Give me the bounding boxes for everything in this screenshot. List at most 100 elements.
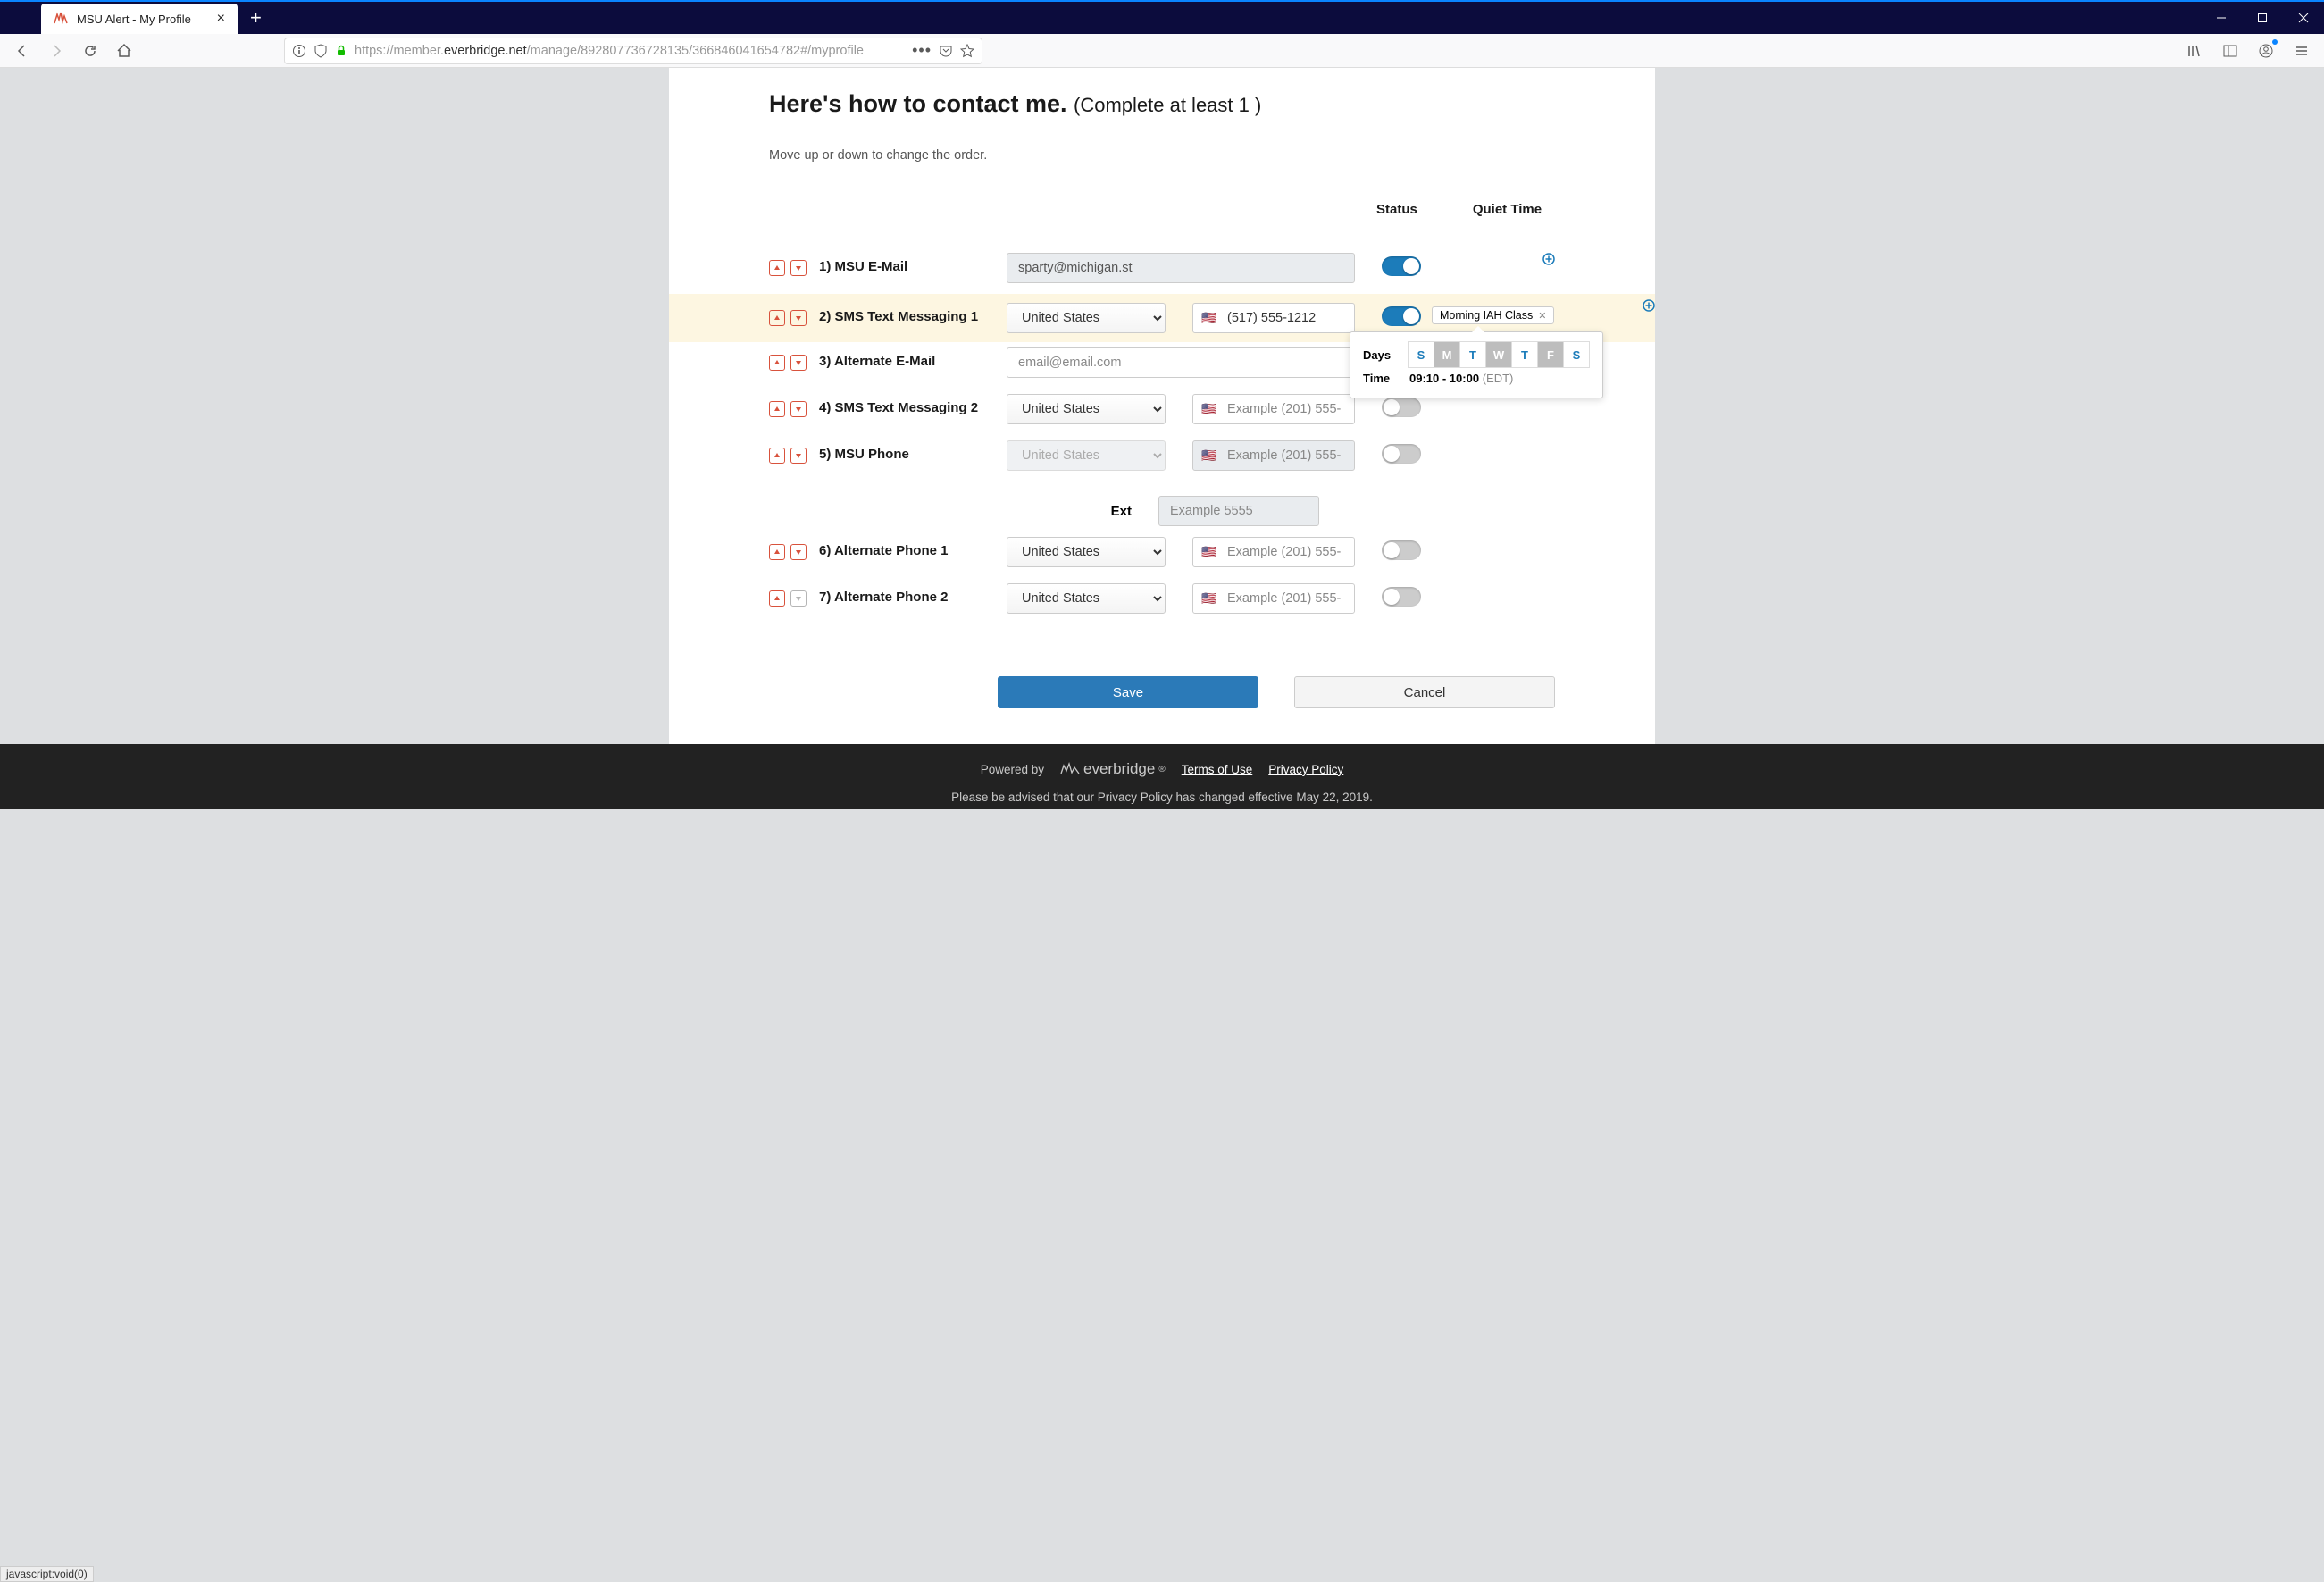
- flag-icon: 🇺🇸: [1201, 311, 1216, 326]
- tab-close-icon[interactable]: ×: [217, 11, 225, 27]
- time-value: 09:10 - 10:00: [1409, 372, 1479, 385]
- home-button[interactable]: [111, 38, 138, 64]
- pocket-icon[interactable]: [939, 44, 953, 58]
- save-button[interactable]: Save: [998, 676, 1258, 708]
- move-up-button[interactable]: [769, 544, 785, 560]
- back-button[interactable]: [9, 38, 36, 64]
- msu-email-value: sparty@michigan.st: [1007, 253, 1355, 283]
- terms-link[interactable]: Terms of Use: [1182, 763, 1253, 776]
- ext-row: Ext: [769, 496, 1555, 526]
- browser-toolbar: https://member.everbridge.net/manage/892…: [0, 34, 2324, 68]
- move-up-button[interactable]: [769, 310, 785, 326]
- lock-icon[interactable]: [335, 45, 347, 57]
- row-label: 3) Alternate E-Mail: [819, 347, 1007, 369]
- row-label: 7) Alternate Phone 2: [819, 583, 1007, 605]
- status-header: Status: [1376, 202, 1417, 217]
- country-select[interactable]: United States: [1007, 303, 1166, 333]
- day-toggle[interactable]: T: [1459, 341, 1486, 368]
- quiet-time-tag[interactable]: Morning IAH Class✕: [1432, 306, 1554, 324]
- quiet-time-popover: Days SMTWTFS Time 09:10 - 10:00 (EDT): [1350, 331, 1603, 398]
- window-minimize-button[interactable]: [2201, 2, 2242, 34]
- contact-row-msu-email: 1) MSU E-Mail sparty@michigan.st: [769, 247, 1555, 294]
- status-toggle[interactable]: [1382, 398, 1421, 417]
- remove-tag-icon[interactable]: ✕: [1538, 310, 1546, 322]
- powered-by-text: Powered by: [981, 763, 1044, 776]
- more-icon[interactable]: •••: [912, 41, 932, 60]
- status-toggle[interactable]: [1382, 256, 1421, 276]
- page-viewport[interactable]: Here's how to contact me. (Complete at l…: [0, 68, 2324, 1582]
- new-tab-button[interactable]: +: [238, 4, 274, 34]
- reload-button[interactable]: [77, 38, 104, 64]
- everbridge-logo: everbridge®: [1060, 760, 1166, 778]
- forward-button[interactable]: [43, 38, 70, 64]
- info-icon[interactable]: [292, 44, 306, 58]
- contact-row-alt-phone1: 6) Alternate Phone 1 United States 🇺🇸: [769, 532, 1555, 578]
- footer-notice: Please be advised that our Privacy Polic…: [0, 791, 2324, 804]
- move-down-button[interactable]: [790, 355, 807, 371]
- cancel-button[interactable]: Cancel: [1294, 676, 1555, 708]
- tab-strip: MSU Alert - My Profile × +: [0, 2, 2324, 34]
- sidebar-icon[interactable]: [2217, 38, 2244, 64]
- country-select[interactable]: United States: [1007, 394, 1166, 424]
- add-quiet-time-icon[interactable]: [1643, 299, 1655, 312]
- country-select: United States: [1007, 440, 1166, 471]
- day-toggle[interactable]: F: [1537, 341, 1564, 368]
- move-down-button[interactable]: [790, 401, 807, 417]
- shield-icon[interactable]: [313, 44, 328, 58]
- status-bar: javascript:void(0): [0, 1566, 94, 1582]
- browser-tab[interactable]: MSU Alert - My Profile ×: [41, 4, 238, 34]
- add-quiet-time-icon[interactable]: [1542, 253, 1555, 265]
- row-label: 6) Alternate Phone 1: [819, 537, 1007, 558]
- contact-row-alt-phone2: 7) Alternate Phone 2 United States 🇺🇸: [769, 578, 1555, 624]
- country-select[interactable]: United States: [1007, 537, 1166, 567]
- ext-label: Ext: [769, 504, 1158, 519]
- row-label: 5) MSU Phone: [819, 440, 1007, 462]
- column-headers: Status Quiet Time: [769, 202, 1555, 217]
- address-bar[interactable]: https://member.everbridge.net/manage/892…: [284, 38, 982, 64]
- account-icon[interactable]: [2253, 38, 2279, 64]
- flag-icon: 🇺🇸: [1201, 591, 1216, 607]
- move-up-button[interactable]: [769, 401, 785, 417]
- move-down-button[interactable]: [790, 590, 807, 607]
- page-footer: Powered by everbridge® Terms of Use Priv…: [0, 744, 2324, 809]
- window-close-button[interactable]: [2283, 2, 2324, 34]
- timezone: (EDT): [1483, 372, 1514, 385]
- day-toggle[interactable]: M: [1434, 341, 1460, 368]
- favicon-icon: [54, 12, 68, 26]
- flag-icon: 🇺🇸: [1201, 448, 1216, 464]
- move-up-button[interactable]: [769, 448, 785, 464]
- privacy-link[interactable]: Privacy Policy: [1268, 763, 1343, 776]
- flag-icon: 🇺🇸: [1201, 545, 1216, 560]
- move-up-button[interactable]: [769, 355, 785, 371]
- tab-title: MSU Alert - My Profile: [77, 13, 208, 26]
- star-icon[interactable]: [960, 44, 974, 58]
- row-label: 4) SMS Text Messaging 2: [819, 394, 1007, 415]
- window-maximize-button[interactable]: [2242, 2, 2283, 34]
- row-label: 2) SMS Text Messaging 1: [819, 303, 1007, 324]
- day-toggle[interactable]: S: [1408, 341, 1434, 368]
- move-down-button[interactable]: [790, 544, 807, 560]
- day-toggle[interactable]: S: [1563, 341, 1590, 368]
- move-down-button[interactable]: [790, 260, 807, 276]
- country-select[interactable]: United States: [1007, 583, 1166, 614]
- page-title: Here's how to contact me. (Complete at l…: [769, 89, 1555, 118]
- move-up-button[interactable]: [769, 590, 785, 607]
- reorder-hint: Move up or down to change the order.: [769, 148, 1555, 163]
- status-toggle[interactable]: [1382, 306, 1421, 326]
- day-toggle[interactable]: T: [1511, 341, 1538, 368]
- status-toggle[interactable]: [1382, 540, 1421, 560]
- row-label: 1) MSU E-Mail: [819, 253, 1007, 274]
- status-toggle[interactable]: [1382, 587, 1421, 607]
- flag-icon: 🇺🇸: [1201, 402, 1216, 417]
- move-up-button[interactable]: [769, 260, 785, 276]
- move-down-button[interactable]: [790, 448, 807, 464]
- move-down-button[interactable]: [790, 310, 807, 326]
- day-toggle[interactable]: W: [1485, 341, 1512, 368]
- alt-email-input[interactable]: [1007, 347, 1355, 378]
- url-text: https://member.everbridge.net/manage/892…: [355, 44, 905, 58]
- status-toggle[interactable]: [1382, 444, 1421, 464]
- contact-row-msu-phone: 5) MSU Phone United States 🇺🇸: [769, 435, 1555, 481]
- library-icon[interactable]: [2181, 38, 2208, 64]
- contact-row-sms1: 2) SMS Text Messaging 1 United States 🇺🇸…: [669, 294, 1655, 342]
- menu-icon[interactable]: [2288, 38, 2315, 64]
